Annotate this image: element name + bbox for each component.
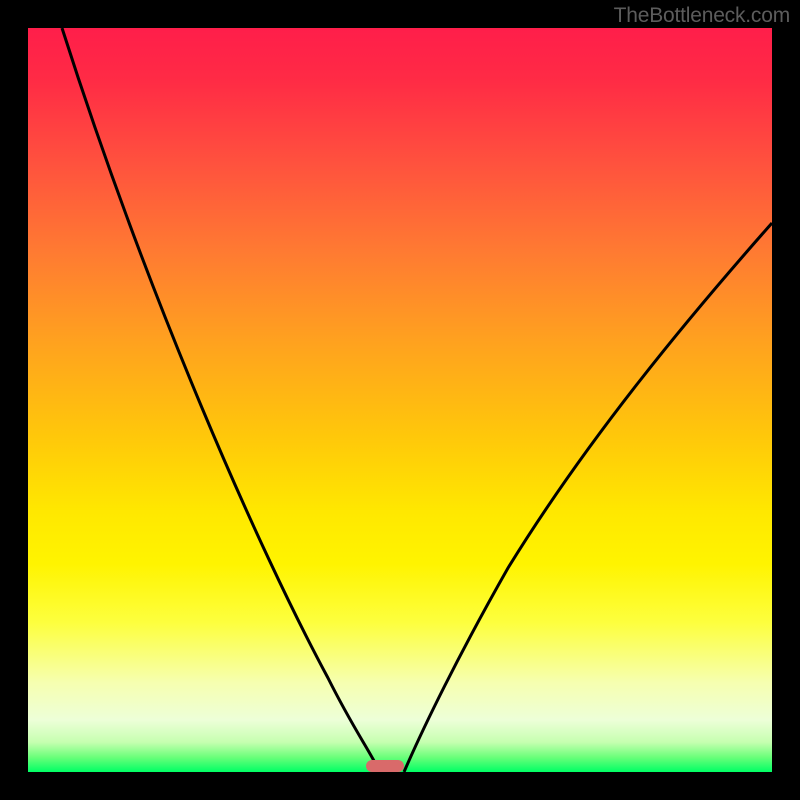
chart-frame: TheBottleneck.com xyxy=(0,0,800,800)
bottleneck-marker xyxy=(366,760,404,772)
bottleneck-curves xyxy=(28,28,772,772)
left-curve xyxy=(62,28,380,772)
watermark-text: TheBottleneck.com xyxy=(614,4,790,28)
right-curve xyxy=(404,223,772,772)
